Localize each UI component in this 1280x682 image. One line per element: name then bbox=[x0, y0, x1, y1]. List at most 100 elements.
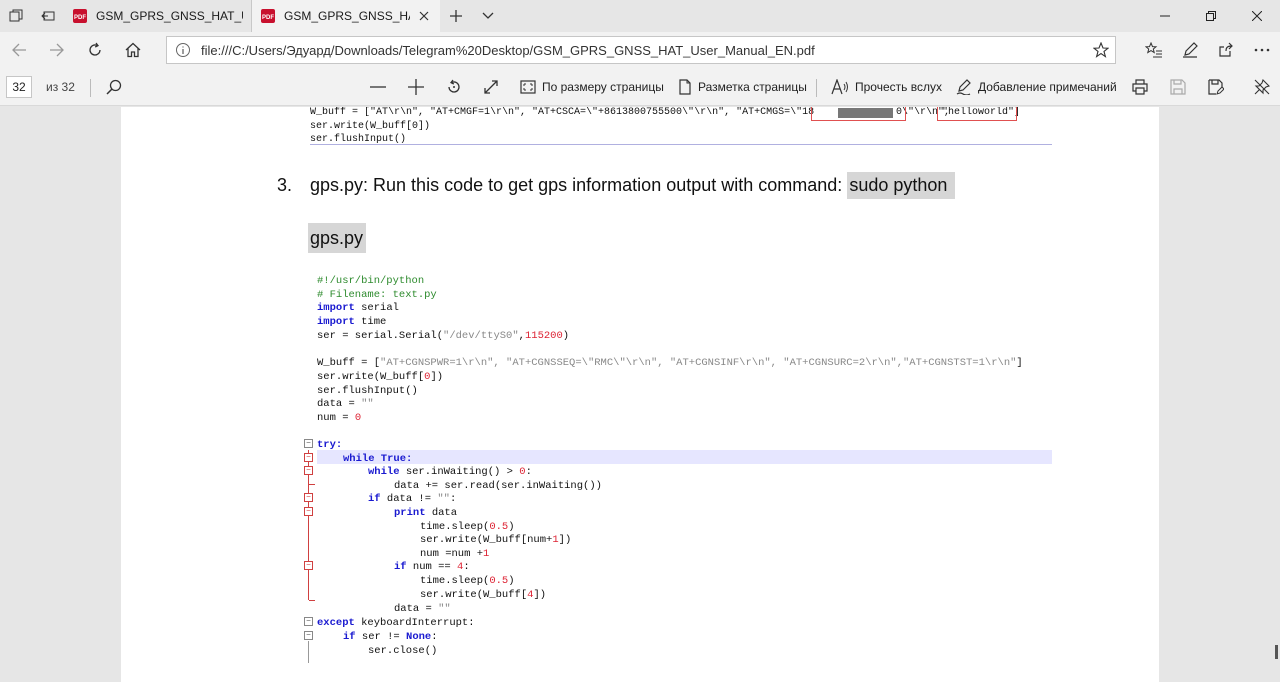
unpin-toolbar-button[interactable] bbox=[1252, 77, 1272, 97]
search-button[interactable] bbox=[104, 77, 124, 97]
code-line: if data != "": bbox=[368, 493, 457, 505]
forward-button[interactable] bbox=[38, 32, 76, 68]
scrollbar-thumb[interactable] bbox=[1275, 645, 1278, 659]
favorites-list-icon bbox=[1145, 42, 1162, 58]
fold-end bbox=[309, 484, 315, 485]
tab-bar: PDF GSM_GPRS_GNSS_HAT_Use PDF GSM_GPRS_G… bbox=[0, 0, 1280, 32]
red-highlight-box bbox=[811, 107, 906, 121]
maximize-button[interactable] bbox=[1188, 0, 1234, 32]
new-tab-button[interactable] bbox=[440, 0, 472, 32]
fit-page-label: По размеру страницы bbox=[542, 80, 664, 94]
minimize-button[interactable] bbox=[1142, 0, 1188, 32]
fold-marker[interactable]: − bbox=[304, 453, 313, 462]
step-text: gps.py: Run this code to get gps informa… bbox=[310, 172, 956, 199]
printer-icon bbox=[1132, 79, 1148, 95]
add-notes-label: Добавление примечаний bbox=[978, 80, 1117, 94]
code-line: num =num +1 bbox=[420, 548, 490, 560]
code-line: num = 0 bbox=[317, 412, 362, 424]
code-line: W_buff = ["AT+CGNSPWR=1\r\n", "AT+CGNSSE… bbox=[317, 357, 1023, 369]
zoom-out-button[interactable] bbox=[368, 77, 388, 97]
home-button[interactable] bbox=[114, 32, 152, 68]
code-line: while True: bbox=[343, 453, 413, 465]
fold-marker[interactable]: − bbox=[304, 466, 313, 475]
code-line: time.sleep(0.5) bbox=[420, 575, 515, 587]
refresh-button[interactable] bbox=[76, 32, 114, 68]
rotate-icon bbox=[448, 79, 460, 93]
share-button[interactable] bbox=[1208, 32, 1244, 68]
rotate-button[interactable] bbox=[444, 77, 464, 97]
pen-icon bbox=[1183, 42, 1198, 58]
favorite-button[interactable] bbox=[1087, 36, 1115, 64]
fold-marker[interactable]: − bbox=[304, 507, 313, 516]
code-snippet-gps: − − − − − − − − #!/usr/bin/python # File… bbox=[304, 275, 1054, 667]
code-line: ser.flushInput() bbox=[317, 385, 418, 397]
set-aside-tabs-button[interactable] bbox=[0, 0, 32, 32]
fold-end bbox=[309, 600, 315, 601]
zoom-in-button[interactable] bbox=[406, 77, 426, 97]
code-line: W_buff = ["AT\r\n", "AT+CMGF=1\r\n", "AT… bbox=[310, 107, 815, 118]
fullscreen-button[interactable] bbox=[481, 77, 501, 97]
code-line: ser.close() bbox=[368, 645, 438, 657]
fold-marker[interactable]: − bbox=[304, 631, 313, 640]
page-count: из 32 bbox=[46, 80, 75, 94]
browser-tools bbox=[1136, 32, 1280, 68]
window-controls bbox=[1142, 0, 1280, 32]
minimize-icon bbox=[1160, 15, 1170, 17]
plus-icon bbox=[450, 10, 462, 22]
current-line-highlight bbox=[317, 450, 1052, 464]
read-aloud-button[interactable]: Прочесть вслух bbox=[831, 77, 942, 97]
code-line: print data bbox=[394, 507, 458, 519]
code-line: import time bbox=[317, 316, 387, 328]
code-line: # Filename: text.py bbox=[317, 289, 437, 301]
fold-marker[interactable]: − bbox=[304, 561, 313, 570]
favorites-button[interactable] bbox=[1136, 32, 1172, 68]
tab-manual-2[interactable]: PDF GSM_GPRS_GNSS_HAT_ bbox=[252, 0, 440, 32]
step-3-continued: gps.py bbox=[308, 223, 367, 253]
fit-page-button[interactable]: По размеру страницы bbox=[520, 77, 664, 97]
close-window-button[interactable] bbox=[1234, 0, 1280, 32]
arrow-left-icon bbox=[12, 43, 26, 57]
address-bar[interactable]: file:///C:/Users/Эдуард/Downloads/Telegr… bbox=[166, 36, 1116, 64]
fold-marker[interactable]: − bbox=[304, 439, 313, 448]
save-as-button[interactable] bbox=[1206, 77, 1226, 97]
code-line: ser.write(W_buff[4]) bbox=[420, 589, 547, 601]
pdf-page: W_buff = ["AT\r\n", "AT+CMGF=1\r\n", "AT… bbox=[121, 107, 1159, 682]
svg-text:PDF: PDF bbox=[74, 15, 86, 21]
code-line: ser = serial.Serial("/dev/ttyS0",115200) bbox=[317, 330, 570, 342]
page-layout-label: Разметка страницы bbox=[698, 80, 807, 94]
command-highlight: gps.py bbox=[308, 223, 367, 253]
close-icon bbox=[419, 11, 429, 21]
search-icon bbox=[106, 79, 122, 95]
notes-button[interactable] bbox=[1172, 32, 1208, 68]
share-icon bbox=[1219, 42, 1233, 57]
home-icon bbox=[125, 42, 141, 58]
tab-preview-button[interactable] bbox=[472, 0, 504, 32]
close-tab-button[interactable] bbox=[416, 8, 432, 24]
read-aloud-label: Прочесть вслух bbox=[855, 80, 942, 94]
svg-text:PDF: PDF bbox=[262, 15, 274, 21]
pdf-icon: PDF bbox=[73, 9, 87, 23]
back-button[interactable] bbox=[0, 32, 38, 68]
page-number-input[interactable]: 32 bbox=[6, 76, 32, 98]
print-button[interactable] bbox=[1130, 77, 1150, 97]
more-icon bbox=[1254, 48, 1270, 52]
url-text: file:///C:/Users/Эдуард/Downloads/Telegr… bbox=[201, 42, 815, 58]
refresh-icon bbox=[89, 42, 101, 56]
code-line: if num == 4: bbox=[394, 561, 470, 573]
code-line: ser.write(W_buff[0]) bbox=[317, 371, 444, 383]
info-icon bbox=[176, 43, 190, 57]
tab-manual-1[interactable]: PDF GSM_GPRS_GNSS_HAT_Use bbox=[64, 0, 252, 32]
page-layout-button[interactable]: Разметка страницы bbox=[678, 77, 807, 97]
read-aloud-icon bbox=[831, 79, 848, 95]
expand-icon bbox=[484, 80, 498, 94]
fit-page-icon bbox=[520, 80, 536, 94]
save-button[interactable] bbox=[1168, 77, 1188, 97]
show-aside-tabs-button[interactable] bbox=[32, 0, 64, 32]
fold-marker[interactable]: − bbox=[304, 617, 313, 626]
pdf-viewport[interactable]: W_buff = ["AT\r\n", "AT+CMGF=1\r\n", "AT… bbox=[0, 107, 1280, 682]
navigation-bar: file:///C:/Users/Эдуард/Downloads/Telegr… bbox=[0, 32, 1280, 68]
add-notes-button[interactable]: Добавление примечаний bbox=[956, 77, 1117, 97]
fold-marker[interactable]: − bbox=[304, 493, 313, 502]
plus-icon bbox=[408, 79, 424, 95]
more-button[interactable] bbox=[1244, 32, 1280, 68]
